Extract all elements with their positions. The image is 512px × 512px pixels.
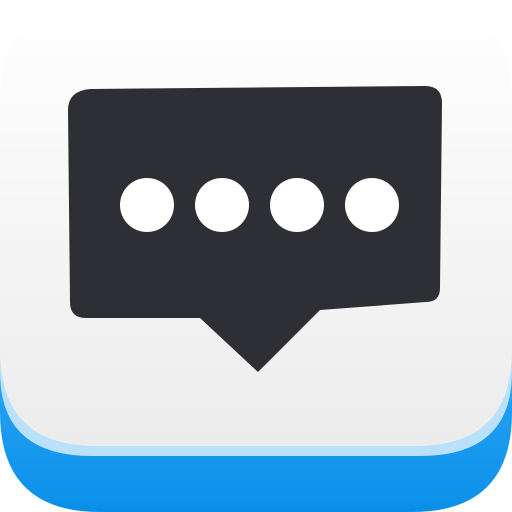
dot-1: [120, 178, 174, 232]
app-icon-graphic: [0, 0, 512, 512]
dot-3: [270, 178, 324, 232]
dot-4: [345, 178, 399, 232]
dot-2: [195, 178, 249, 232]
app-icon[interactable]: [0, 0, 512, 512]
